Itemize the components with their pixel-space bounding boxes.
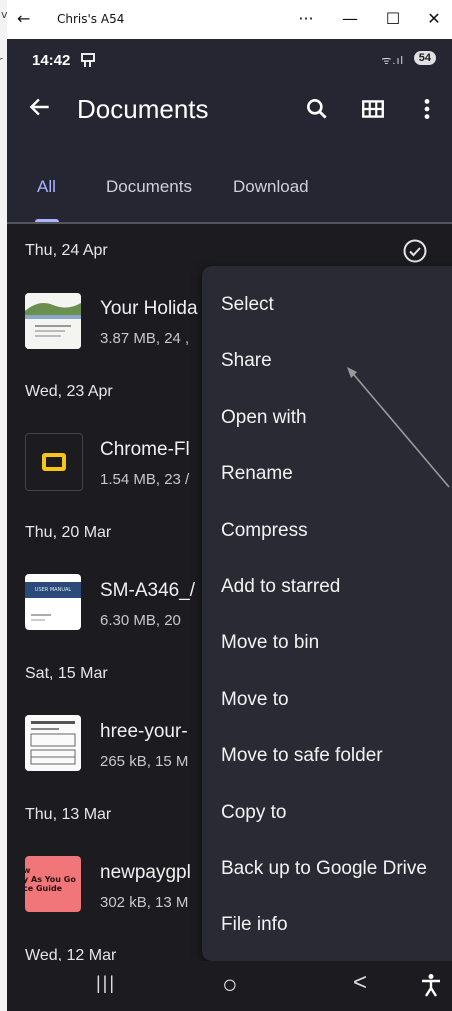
file-meta: 1.54 MB, 23 / — [100, 471, 190, 488]
file-meta: 3.87 MB, 24 , — [100, 330, 190, 347]
home-icon[interactable]: ○ — [222, 969, 238, 1000]
notification-icon — [81, 53, 95, 67]
file-meta: 265 kB, 15 M — [100, 753, 189, 770]
window-close-button[interactable]: ✕ — [418, 6, 450, 32]
menu-item-rename[interactable]: Rename — [221, 463, 293, 485]
file-name[interactable]: Chrome-Fl — [100, 439, 190, 461]
tab-download[interactable]: Download — [233, 177, 309, 197]
menu-item-select[interactable]: Select — [221, 294, 274, 316]
window-maximize-button[interactable]: ☐ — [377, 6, 409, 32]
tab-all[interactable]: All — [37, 177, 56, 197]
phone-screen: 14:42 ᯤ.ıl 54 Documents All Documents Do… — [7, 39, 452, 1011]
accessibility-icon[interactable] — [420, 973, 442, 997]
date-header: Sat, 15 Mar — [25, 665, 108, 682]
menu-item-open-with[interactable]: Open with — [221, 407, 307, 429]
file-name[interactable]: hree-your- — [100, 721, 188, 743]
window-title: Chris's A54 — [57, 12, 125, 26]
file-meta: 6.30 MB, 20 — [100, 612, 181, 629]
battery-badge: 54 — [413, 51, 436, 65]
menu-item-add-to-starred[interactable]: Add to starred — [221, 576, 340, 598]
menu-item-move-to-safe-folder[interactable]: Move to safe folder — [221, 745, 383, 767]
grid-view-icon[interactable] — [360, 96, 386, 122]
recents-icon[interactable]: ||| — [96, 973, 116, 994]
navigation-bar: ||| ○ < — [7, 961, 452, 1011]
menu-item-share[interactable]: Share — [221, 350, 272, 372]
tab-documents[interactable]: Documents — [106, 177, 192, 197]
date-header: Thu, 20 Mar — [25, 524, 112, 541]
file-thumbnail[interactable]: w y As You Go ce Guide — [25, 856, 81, 912]
file-thumbnail[interactable] — [25, 293, 81, 349]
menu-item-copy-to[interactable]: Copy to — [221, 802, 286, 824]
file-thumbnail[interactable] — [25, 433, 83, 491]
window-more-button[interactable]: ··· — [290, 6, 322, 32]
window-minimize-button[interactable]: — — [334, 6, 366, 32]
file-thumbnail[interactable]: USER MANUAL — [25, 574, 81, 630]
annotation-arrow — [347, 367, 450, 488]
file-name[interactable]: SM-A346_/ — [100, 580, 195, 602]
signal-icon: ᯤ.ıl — [381, 55, 404, 67]
file-meta: 302 kB, 13 M — [100, 894, 189, 911]
menu-item-back-up-to-google-drive[interactable]: Back up to Google Drive — [221, 858, 427, 880]
file-name[interactable]: newpaygpl — [100, 862, 191, 884]
app-bar: 14:42 ᯤ.ıl 54 Documents All Documents Do… — [7, 39, 452, 224]
page-title: Documents — [77, 94, 209, 124]
more-vert-icon[interactable] — [414, 96, 440, 122]
date-header: Wed, 23 Apr — [25, 383, 113, 400]
status-time: 14:42 — [32, 52, 71, 69]
file-thumbnail[interactable] — [25, 715, 81, 771]
menu-item-compress[interactable]: Compress — [221, 520, 308, 542]
menu-item-move-to[interactable]: Move to — [221, 689, 289, 711]
edge-text-mid: r — [0, 54, 3, 67]
menu-item-move-to-bin[interactable]: Move to bin — [221, 632, 319, 654]
back-arrow-icon[interactable] — [27, 94, 53, 120]
mirror-window: ← Chris's A54 ··· — ☐ ✕ 14:42 ᯤ.ıl 54 Do… — [7, 0, 452, 1011]
thumbnail-label: w y As You Go ce Guide — [25, 866, 76, 893]
tab-divider — [7, 222, 452, 224]
menu-item-file-info[interactable]: File info — [221, 914, 288, 936]
window-back-icon[interactable]: ← — [17, 9, 30, 28]
nav-back-icon[interactable]: < — [353, 969, 367, 997]
file-name[interactable]: Your Holida — [100, 298, 198, 320]
search-icon[interactable] — [304, 96, 330, 122]
date-header: Thu, 24 Apr — [25, 242, 108, 259]
select-all-check-icon[interactable] — [402, 238, 428, 264]
window-titlebar: ← Chris's A54 ··· — ☐ ✕ — [7, 0, 452, 39]
date-header: Thu, 13 Mar — [25, 806, 112, 823]
thumbnail-label: USER MANUAL — [25, 582, 81, 598]
